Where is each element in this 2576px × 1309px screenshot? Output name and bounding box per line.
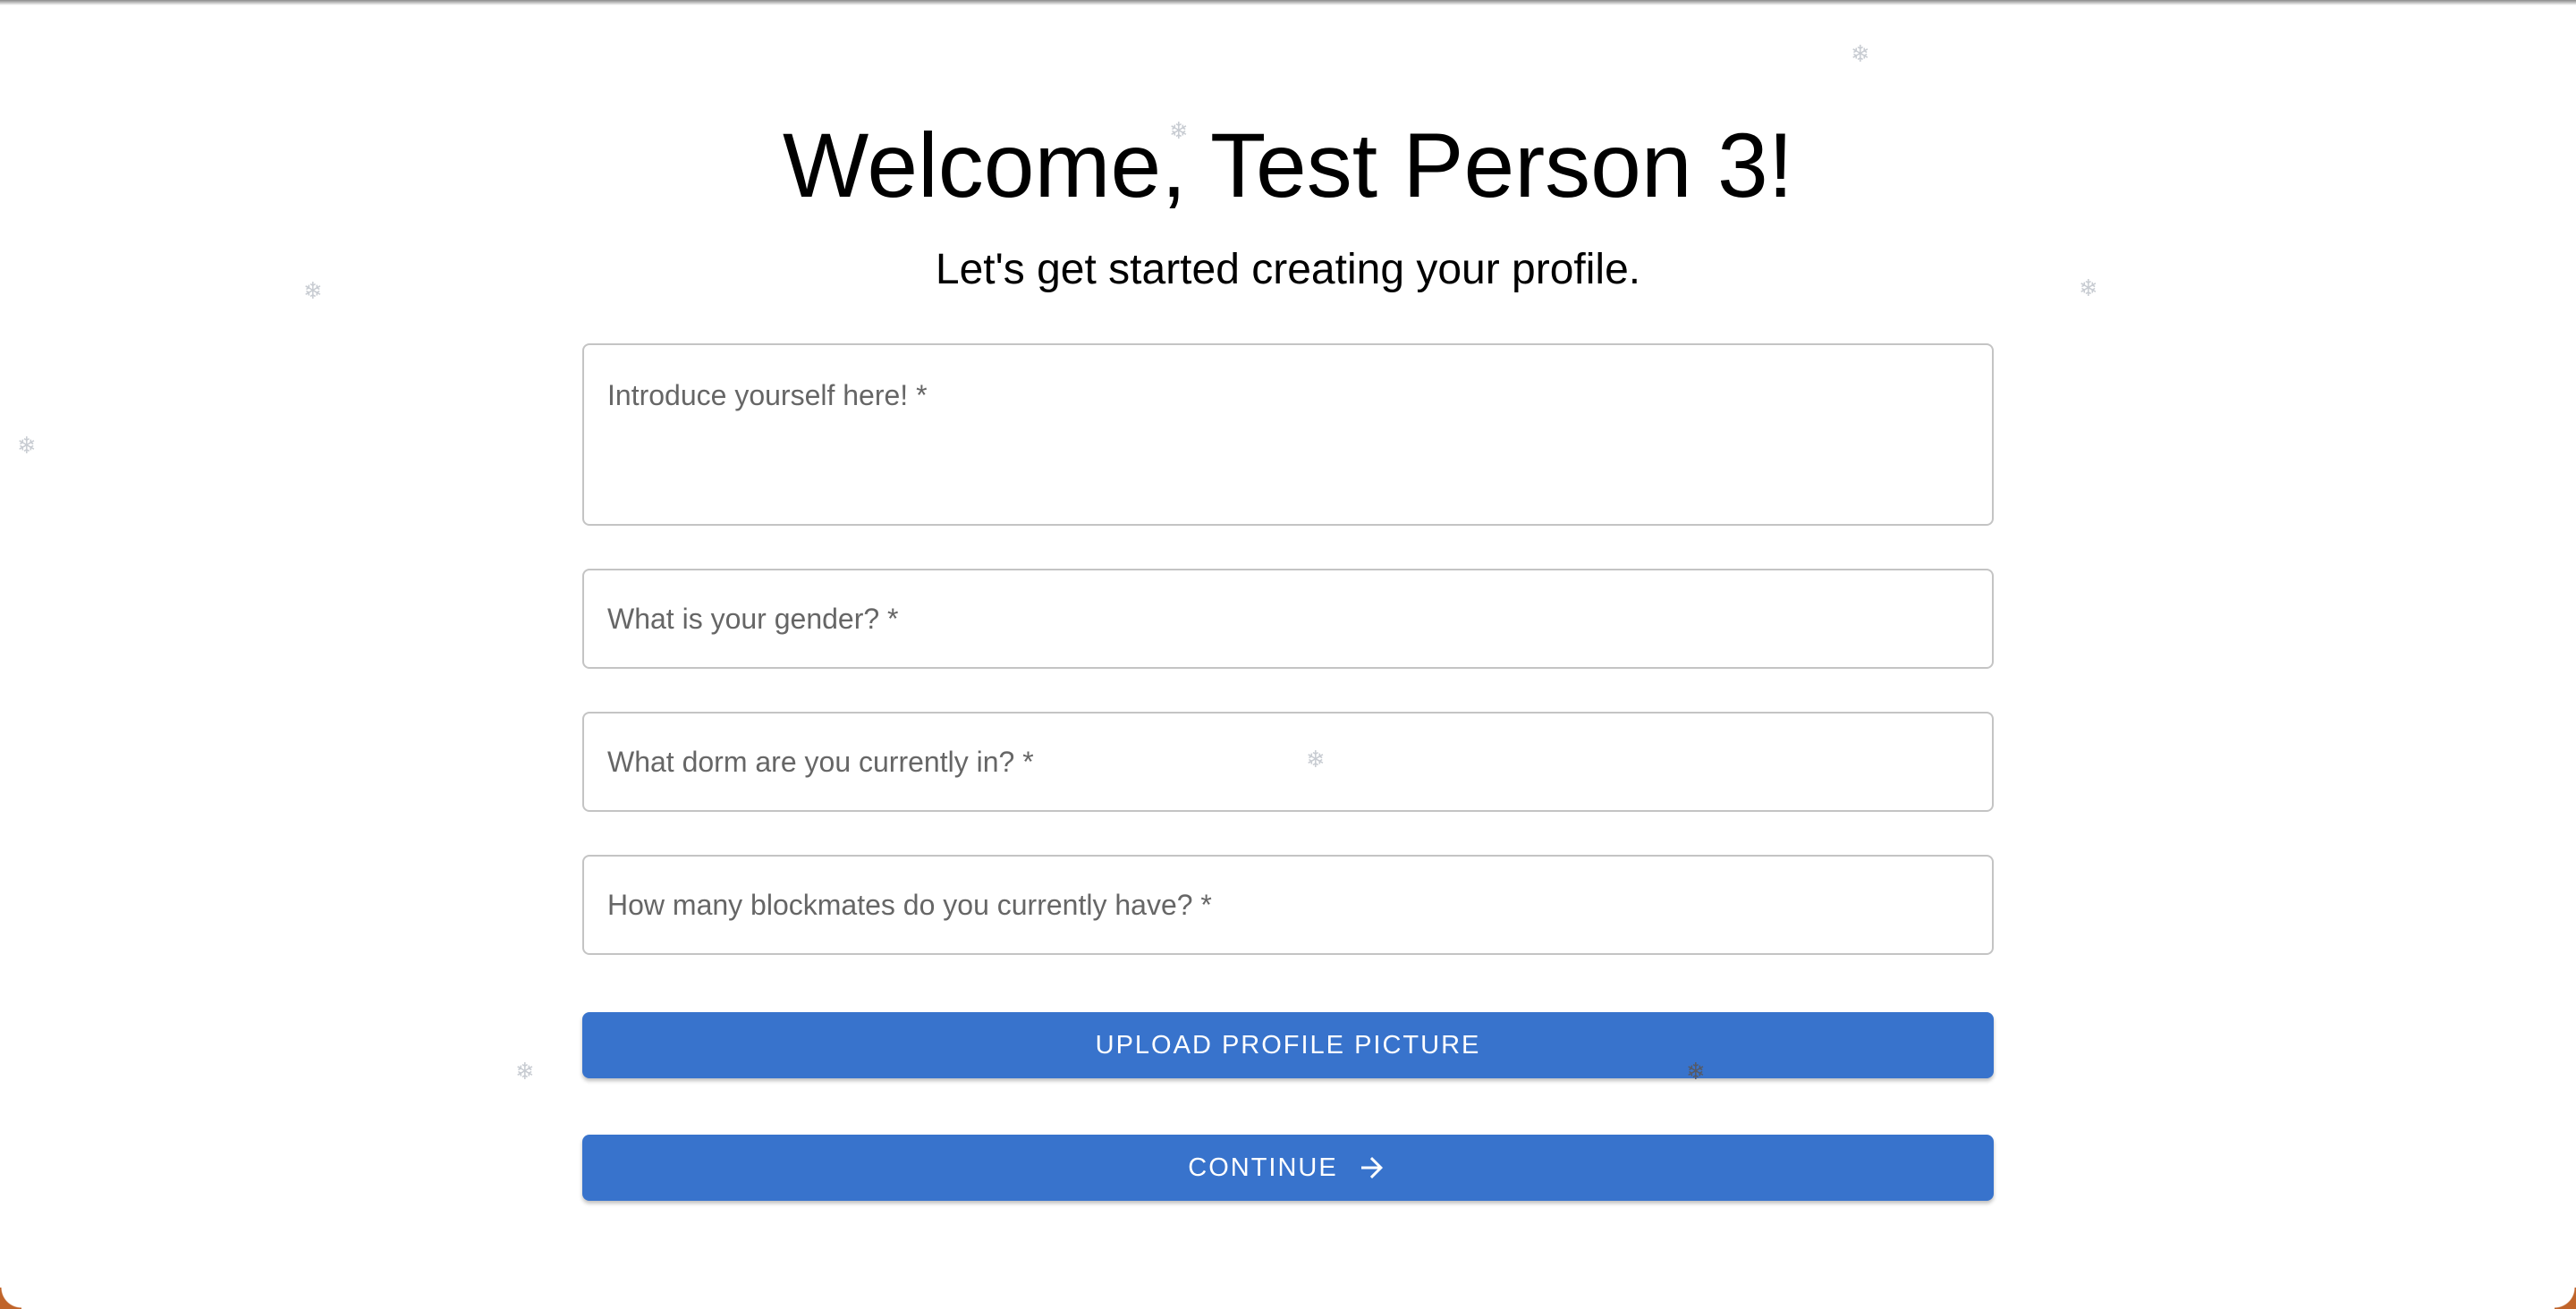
dorm-label: What dorm are you currently in? *: [607, 746, 1034, 778]
introduction-textarea[interactable]: Introduce yourself here! *: [582, 343, 1994, 526]
blockmates-label: How many blockmates do you currently hav…: [607, 889, 1212, 921]
upload-button-label: UPLOAD PROFILE PICTURE: [1095, 1030, 1481, 1060]
snowflake-icon: ❄: [303, 277, 323, 304]
profile-setup-page: Welcome, Test Person 3! Let's get starte…: [0, 0, 2576, 1309]
window-corner: [0, 1288, 21, 1309]
introduction-label: Introduce yourself here! *: [607, 379, 928, 411]
continue-button[interactable]: CONTINUE: [582, 1135, 1994, 1201]
top-shadow: [0, 0, 2576, 5]
gender-label: What is your gender? *: [607, 603, 899, 635]
continue-button-label: CONTINUE: [1188, 1153, 1338, 1182]
snowflake-icon: ❄: [515, 1058, 535, 1085]
snowflake-icon: ❄: [2079, 274, 2098, 301]
snowflake-icon: ❄: [17, 432, 37, 459]
dorm-input[interactable]: What dorm are you currently in? *: [582, 712, 1994, 812]
upload-profile-picture-button[interactable]: UPLOAD PROFILE PICTURE: [582, 1012, 1994, 1078]
gender-input[interactable]: What is your gender? *: [582, 569, 1994, 669]
subtitle-text: Let's get started creating your profile.: [935, 246, 1641, 293]
arrow-right-icon: [1360, 1157, 1383, 1178]
blockmates-input[interactable]: How many blockmates do you currently hav…: [582, 855, 1994, 955]
welcome-heading: Welcome, Test Person 3!: [782, 114, 1794, 216]
window-corner: [2555, 1288, 2576, 1309]
snowflake-icon: ❄: [1686, 1058, 1706, 1085]
snowflake-icon: ❄: [1169, 117, 1189, 144]
snowflake-icon: ❄: [1851, 40, 1870, 67]
snowflake-icon: ❄: [1306, 746, 1326, 773]
